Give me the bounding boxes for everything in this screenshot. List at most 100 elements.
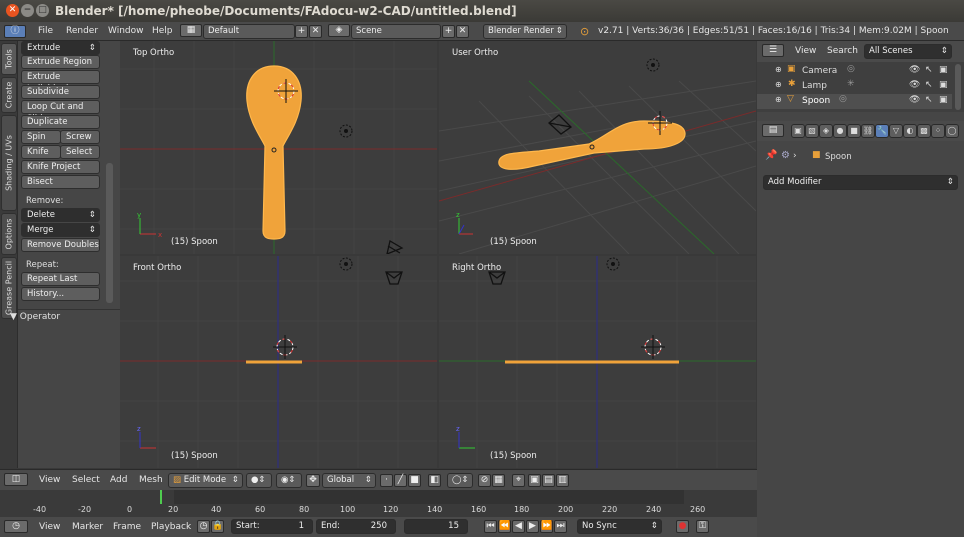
outliner-filter-selector[interactable]: All Scenes ⇕ — [864, 44, 952, 59]
snap-icon[interactable]: ⊘ — [478, 474, 491, 487]
expand-icon[interactable]: ⊕ — [775, 80, 782, 89]
tab-tools[interactable]: Tools — [1, 43, 17, 75]
shading-selector[interactable]: ●⇕ — [246, 473, 272, 488]
render-layers-icon[interactable]: ▧ — [805, 124, 819, 138]
lock-icon[interactable]: 🔒 — [211, 520, 224, 533]
outliner-row-spoon[interactable]: ⊕ ▽ Spoon ◎ 👁 ↖ ▣ — [757, 94, 952, 109]
duplicate-button[interactable]: Duplicate — [21, 115, 100, 129]
close-icon[interactable]: ✕ — [6, 4, 19, 17]
remove-scene-icon[interactable]: ✕ — [456, 25, 469, 38]
remove-doubles-button[interactable]: Remove Doubles — [21, 238, 100, 252]
timeline-marker-menu[interactable]: Marker — [72, 517, 103, 537]
preview-range-icon[interactable]: ◷ — [197, 520, 210, 533]
menu-render[interactable]: Render — [66, 22, 98, 41]
scene-props-icon[interactable]: ◈ — [819, 124, 833, 138]
eye-icon[interactable]: 👁 — [909, 65, 920, 75]
tool-shelf-scrollbar[interactable] — [106, 163, 113, 303]
outliner-editor-icon[interactable]: ☰ — [762, 44, 784, 57]
extrude-button[interactable]: Extrude ⇕ — [21, 41, 100, 55]
extrude-region-button[interactable]: Extrude Region — [21, 55, 100, 69]
view3d-mesh-menu[interactable]: Mesh — [139, 470, 163, 491]
view3d-select-menu[interactable]: Select — [72, 470, 100, 491]
outliner-row-camera[interactable]: ⊕ ▣ Camera ◎ 👁 ↖ ▣ — [757, 64, 952, 79]
viewport-right-ortho[interactable]: z Right Ortho (15) Spoon — [439, 256, 756, 468]
editor-type-info-icon[interactable]: ⓘ — [4, 25, 26, 38]
repeat-last-button[interactable]: Repeat Last — [21, 272, 100, 286]
viewport-user-ortho[interactable]: z User Ortho (15) Spoon — [439, 41, 756, 254]
outliner-row-lamp[interactable]: ⊕ ✱ Lamp ✳ 👁 ↖ ▣ — [757, 79, 952, 94]
sync-selector[interactable]: No Sync ⇕ — [577, 519, 662, 534]
jump-start-icon[interactable]: ⏮ — [484, 520, 497, 533]
data-icon[interactable]: ▽ — [889, 124, 903, 138]
knife-button[interactable]: Knife — [21, 145, 61, 159]
cursor-select-icon[interactable]: ↖ — [925, 65, 933, 75]
vertex-select-icon[interactable]: · — [380, 474, 393, 487]
menu-file[interactable]: File — [38, 22, 53, 41]
render-icon[interactable]: ▣ — [791, 124, 805, 138]
viewport-front-ortho[interactable]: z Front Ortho (15) Spoon — [120, 256, 437, 468]
minimize-icon[interactable]: − — [21, 4, 34, 17]
current-frame-field[interactable]: 15 — [404, 519, 468, 534]
constraints-icon[interactable]: ⛓ — [861, 124, 875, 138]
play-icon[interactable]: ▶ — [526, 520, 539, 533]
expand-icon[interactable]: ⊕ — [775, 65, 782, 74]
keying-icon[interactable]: ⚿ — [696, 520, 709, 533]
layout-grid-icon[interactable]: ▦ — [180, 24, 202, 37]
timeline-area[interactable]: -40 -20 0 20 40 60 80 100 120 140 160 18… — [0, 490, 757, 517]
orientation-selector[interactable]: Global ⇕ — [322, 473, 376, 488]
material-icon[interactable]: ◐ — [903, 124, 917, 138]
tab-shading-uvs[interactable]: Shading / UVs — [1, 115, 17, 211]
timeline-editor-icon[interactable]: ◷ — [4, 520, 28, 533]
knife-select-button[interactable]: Select — [60, 145, 100, 159]
world-icon[interactable]: ● — [833, 124, 847, 138]
expand-icon[interactable]: ⊕ — [775, 95, 782, 104]
play-reverse-icon[interactable]: ◀ — [512, 520, 525, 533]
add-scene-icon[interactable]: + — [442, 25, 455, 38]
outliner-scrollbar[interactable] — [955, 64, 961, 110]
extrude-individual-button[interactable]: Extrude Individual — [21, 70, 100, 94]
viewport-top-ortho[interactable]: y x Top Ortho (15) Spoon — [120, 41, 437, 254]
jump-keyframe-forward-icon[interactable]: ⏩ — [540, 520, 553, 533]
pin-icon[interactable]: 📌 — [765, 150, 777, 161]
view3d-add-menu[interactable]: Add — [110, 470, 127, 491]
render-camera-icon[interactable]: ▣ — [939, 65, 948, 75]
object-icon[interactable]: ■ — [847, 124, 861, 138]
eye-icon[interactable]: 👁 — [909, 80, 920, 90]
add-modifier-dropdown[interactable]: Add Modifier ⇕ — [763, 175, 958, 190]
end-frame-field[interactable]: End: 250 — [316, 519, 396, 534]
cursor-select-icon[interactable]: ↖ — [925, 80, 933, 90]
spin-button[interactable]: Spin — [21, 130, 61, 144]
cursor-select-icon[interactable]: ↖ — [925, 95, 933, 105]
tab-options[interactable]: Options — [1, 213, 17, 255]
add-layout-icon[interactable]: + — [295, 25, 308, 38]
pivot-selector[interactable]: ◉⇕ — [276, 473, 302, 488]
menu-window[interactable]: Window — [108, 22, 144, 41]
tab-grease-pencil[interactable]: Grease Pencil — [1, 257, 17, 319]
remove-layout-icon[interactable]: ✕ — [309, 25, 322, 38]
menu-help[interactable]: Help — [152, 22, 173, 41]
eye-icon[interactable]: 👁 — [909, 95, 920, 105]
mode-selector[interactable]: ▨ Edit Mode ⇕ — [168, 473, 243, 488]
timeline-view-menu[interactable]: View — [39, 517, 60, 537]
history-button[interactable]: History... — [21, 287, 100, 301]
merge-button[interactable]: Merge ⇕ — [21, 223, 100, 237]
snap-target-icon[interactable]: ⌖ — [512, 474, 525, 487]
current-frame-indicator[interactable] — [160, 490, 162, 504]
edge-select-icon[interactable]: ╱ — [394, 474, 407, 487]
scene-icon[interactable]: ◈ — [328, 24, 350, 37]
opengl-render-icon[interactable]: ▤ — [542, 474, 555, 487]
start-frame-field[interactable]: Start: 1 — [231, 519, 313, 534]
outliner-search-menu[interactable]: Search — [827, 41, 858, 62]
snap-element-icon[interactable]: ▦ — [492, 474, 505, 487]
render-camera-icon[interactable]: ▣ — [939, 80, 948, 90]
maximize-icon[interactable]: □ — [36, 4, 49, 17]
jump-keyframe-back-icon[interactable]: ⏪ — [498, 520, 511, 533]
render-preview-icon[interactable]: ▣ — [528, 474, 541, 487]
particles-icon[interactable]: ⁘ — [931, 124, 945, 138]
operator-panel-header[interactable]: ▼ Operator — [10, 312, 60, 322]
proportional-edit-selector[interactable]: ◯⇕ — [447, 473, 473, 488]
view3d-view-menu[interactable]: View — [39, 470, 60, 491]
view3d-editor-icon[interactable]: ◫ — [4, 473, 28, 486]
knife-project-button[interactable]: Knife Project — [21, 160, 100, 174]
record-icon[interactable]: ● — [676, 520, 689, 533]
